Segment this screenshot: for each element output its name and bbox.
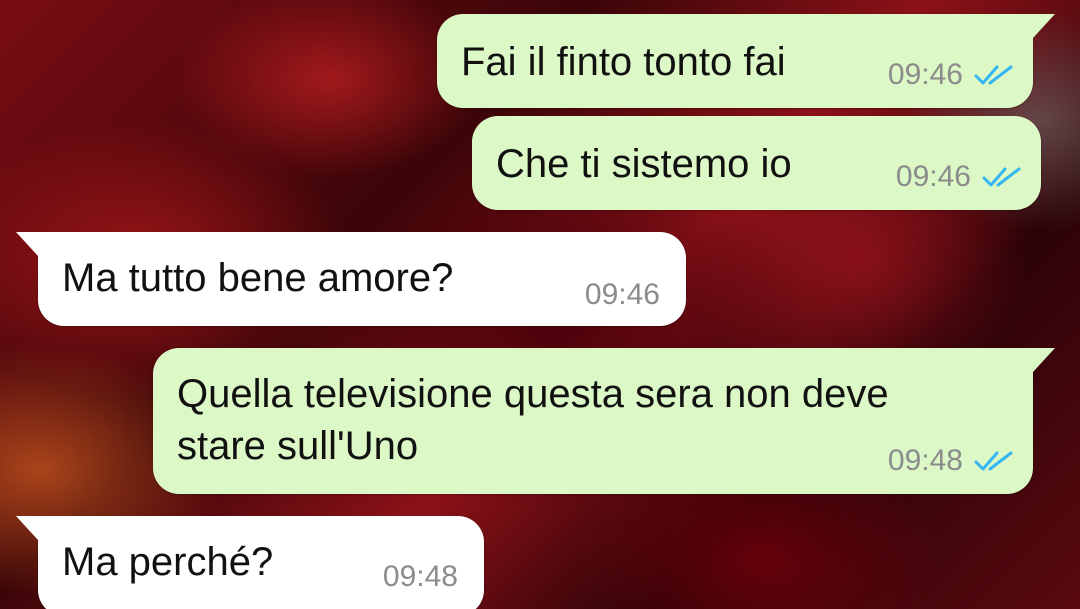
double-check-icon xyxy=(973,62,1015,88)
message-time: 09:46 xyxy=(584,278,660,311)
bubble-tail xyxy=(1033,348,1055,372)
message-text: Fai il finto tonto fai xyxy=(461,40,786,84)
message-text-line-1: Quella televisione questa sera non deve xyxy=(177,372,889,416)
message-bubble-outgoing[interactable]: Quella televisione questa sera non deve … xyxy=(153,348,1055,494)
message-time: 09:46 xyxy=(895,160,971,193)
message-meta: 09:46 xyxy=(896,160,1023,194)
message-meta: 09:48 xyxy=(888,444,1015,478)
message-meta: 09:46 xyxy=(888,58,1015,92)
bubble-tail xyxy=(16,516,38,540)
message-text: Che ti sistemo io xyxy=(496,142,792,186)
message-text: Ma perché? xyxy=(62,540,274,584)
message-time: 09:48 xyxy=(382,560,458,593)
message-meta: 09:48 xyxy=(383,560,458,594)
message-bubble-incoming[interactable]: Ma tutto bene amore? 09:46 xyxy=(16,232,686,326)
message-meta: 09:46 xyxy=(585,278,660,312)
double-check-icon xyxy=(981,164,1023,190)
message-text: Ma tutto bene amore? xyxy=(62,256,454,300)
message-bubble-outgoing[interactable]: Fai il finto tonto fai 09:46 xyxy=(437,14,1055,108)
message-text-line-2: stare sull'Uno xyxy=(177,424,419,468)
double-check-icon xyxy=(973,448,1015,474)
bubble-tail xyxy=(1033,14,1055,38)
message-bubble-outgoing[interactable]: Che ti sistemo io 09:46 xyxy=(472,116,1041,210)
message-time: 09:48 xyxy=(887,444,963,477)
message-time: 09:46 xyxy=(887,58,963,91)
message-bubble-incoming[interactable]: Ma perché? 09:48 xyxy=(16,516,484,609)
bubble-tail xyxy=(16,232,38,256)
